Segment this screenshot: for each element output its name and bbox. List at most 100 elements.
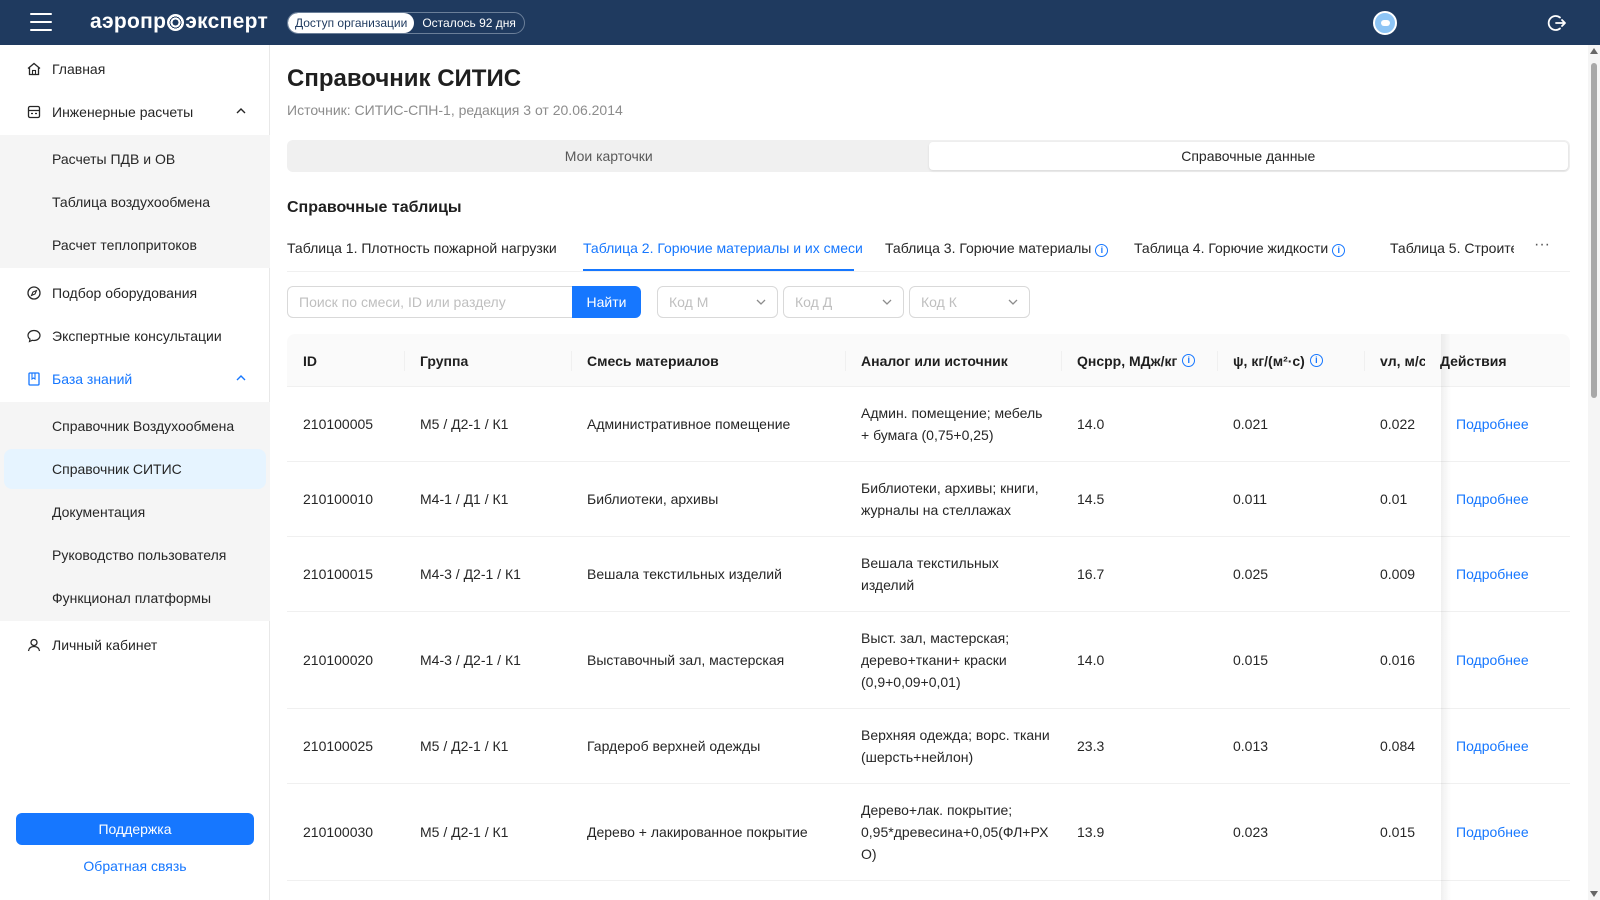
feedback-link[interactable]: Обратная связь	[0, 858, 270, 874]
tab-table-1[interactable]: Таблица 1. Плотность пожарной нагрузки	[287, 240, 557, 256]
select-placeholder: Код Д	[795, 294, 833, 310]
details-link[interactable]: Подробнее	[1456, 413, 1529, 435]
sidebar-sub-item-heat-gain[interactable]: Расчет теплопритоков	[0, 225, 270, 265]
info-icon[interactable]: i	[1309, 354, 1323, 367]
cell-group: М5 / Д2-1 / К1	[420, 416, 509, 432]
details-link[interactable]: Подробнее	[1456, 563, 1529, 585]
subscription-badge: Доступ организации Осталось 92 дня	[287, 12, 525, 34]
tab-table-5[interactable]: Таблица 5. Строите...	[1390, 240, 1514, 256]
tab-table-3[interactable]: Таблица 3. Горючие материалы i	[885, 240, 1109, 257]
sidebar-item-label: Главная	[52, 61, 106, 77]
table-row: 210100015 М4-3 / Д2-1 / К1 Вешала текстиль…	[287, 537, 1570, 612]
page-scrollbar[interactable]	[1588, 45, 1600, 900]
cell-source: Верхняя одежда; ворс. ткани (шерсть+нейло…	[861, 724, 1056, 768]
sidebar-sub-item-documentation[interactable]: Документация	[0, 492, 270, 532]
select-placeholder: Код К	[921, 294, 957, 310]
cell-line: Выст. зал, мастерская;	[861, 630, 1010, 646]
page-title: Справочник СИТИС	[287, 65, 522, 92]
sidebar-item-equipment[interactable]: Подбор оборудования	[0, 273, 270, 313]
column-header-id: ID	[303, 334, 317, 387]
cell-line: Верхняя одежда; ворс. ткани	[861, 727, 1050, 743]
column-separator	[404, 351, 405, 371]
sidebar-item-label: База знаний	[52, 371, 133, 387]
sidebar-sub-item-pdv[interactable]: Расчеты ПДВ и ОВ	[0, 139, 270, 179]
sub-item-label: Руководство пользователя	[52, 547, 227, 563]
column-header-actions: Действия	[1440, 334, 1507, 387]
details-link[interactable]: Подробнее	[1456, 821, 1529, 843]
details-link[interactable]: Подробнее	[1456, 488, 1529, 510]
sub-item-label: Документация	[52, 504, 146, 520]
filter-code-m[interactable]: Код М	[657, 286, 778, 318]
scroll-thumb[interactable]	[1591, 63, 1597, 398]
filter-code-k[interactable]: Код К	[909, 286, 1030, 318]
app-logo[interactable]: аэропр эксперт	[90, 10, 268, 34]
cell-line: Дерево+лак. покрытие;	[861, 802, 1013, 818]
chevron-down-icon	[1008, 299, 1018, 305]
scroll-down-icon[interactable]	[1590, 891, 1598, 897]
details-link[interactable]: Подробнее	[1456, 735, 1529, 757]
sidebar-sub-item-platform-features[interactable]: Функционал платформы	[0, 578, 270, 618]
column-header-source: Аналог или источник	[861, 334, 1008, 387]
cell-heat: 14.0	[1077, 652, 1105, 668]
column-separator	[1061, 351, 1062, 371]
cell-velocity: 0.084	[1380, 738, 1416, 754]
sidebar-sub-item-user-guide[interactable]: Руководство пользователя	[0, 535, 270, 575]
sidebar-item-engineering[interactable]: Инженерные расчеты	[0, 92, 270, 132]
tab-table-2[interactable]: Таблица 2. Горючие материалы и их смеси	[583, 240, 863, 256]
cell-source: Выст. зал, мастерская; дерево+ткани+ крас…	[861, 627, 1056, 693]
chevron-up-icon[interactable]	[236, 375, 246, 381]
tab-table-4[interactable]: Таблица 4. Горючие жидкости i	[1134, 240, 1346, 257]
sidebar-sub-item-air-exchange-ref[interactable]: Справочник Воздухообмена	[0, 406, 270, 446]
segment-reference-data[interactable]: Справочные данные	[928, 142, 1568, 170]
table-row: 210100005 М5 / Д2-1 / К1 Административное …	[287, 387, 1570, 462]
cell-line: Админ. помещение; мебель	[861, 405, 1043, 421]
sidebar-sub-item-air-exchange-table[interactable]: Таблица воздухообмена	[0, 182, 270, 222]
cell-line: журналы на стеллажах	[861, 502, 1012, 518]
calculator-icon	[27, 105, 41, 119]
cell-heat: 14.5	[1077, 491, 1105, 507]
tab-label: Таблица 3. Горючие материалы	[885, 240, 1092, 256]
main-content: Справочник СИТИС Источник: СИТИС-СПН-1, …	[270, 45, 1588, 900]
user-avatar[interactable]	[1373, 11, 1397, 35]
cell-id: 210100030	[303, 824, 374, 840]
table-row: 210100025 М5 / Д2-1 / К1 Гардероб верхней …	[287, 709, 1570, 784]
book-icon	[28, 372, 40, 386]
chevron-down-icon	[756, 299, 766, 305]
column-separator	[1217, 351, 1218, 371]
search-button[interactable]: Найти	[572, 286, 641, 318]
tabs-more-icon[interactable]: ···	[1534, 236, 1550, 254]
sidebar-sub-item-sitis[interactable]: Справочник СИТИС	[4, 449, 266, 489]
sidebar-item-consultations[interactable]: Экспертные консультации	[0, 316, 270, 356]
cell-mix: Административное помещение	[587, 416, 791, 432]
cell-line: + бумага (0,75+0,25)	[861, 427, 994, 443]
logout-icon[interactable]	[1547, 13, 1567, 33]
details-link[interactable]: Подробнее	[1456, 649, 1529, 671]
sidebar-item-label: Экспертные консультации	[52, 328, 222, 344]
column-header-label: Смесь материалов	[587, 352, 719, 369]
sidebar-item-profile[interactable]: Личный кабинет	[0, 625, 270, 665]
info-icon[interactable]: i	[1095, 244, 1109, 257]
sidebar-item-label: Инженерные расчеты	[52, 104, 194, 120]
table-row: 210100020 М4-3 / Д2-1 / К1 Выставочный зал…	[287, 612, 1570, 709]
column-header-label: Qнсрр, МДж/кг	[1077, 352, 1178, 369]
search-input[interactable]	[287, 286, 572, 318]
scroll-up-icon[interactable]	[1590, 48, 1598, 54]
filter-code-d[interactable]: Код Д	[783, 286, 904, 318]
sidebar-item-knowledge-base[interactable]: База знаний	[0, 359, 270, 399]
menu-burger-icon[interactable]	[30, 13, 52, 31]
cell-group: М4-3 / Д2-1 / К1	[420, 652, 521, 668]
sub-item-label: Расчет теплопритоков	[52, 237, 197, 253]
view-segmented-control: Мои карточки Справочные данные	[287, 140, 1570, 172]
info-icon[interactable]: i	[1332, 244, 1346, 257]
sidebar-item-home[interactable]: Главная	[0, 49, 270, 89]
info-icon[interactable]: i	[1182, 354, 1196, 367]
support-button[interactable]: Поддержка	[16, 813, 254, 845]
cell-line: изделий	[861, 577, 915, 593]
knowledge-submenu: Справочник Воздухообмена Справочник СИТИ…	[0, 402, 270, 621]
segment-my-cards[interactable]: Мои карточки	[289, 142, 929, 170]
home-icon	[27, 62, 41, 76]
chevron-up-icon[interactable]	[236, 108, 246, 114]
engineering-submenu: Расчеты ПДВ и ОВ Таблица воздухообмена Р…	[0, 135, 270, 268]
days-left-badge: Осталось 92 дня	[422, 16, 516, 30]
sub-item-label: Функционал платформы	[52, 590, 212, 606]
